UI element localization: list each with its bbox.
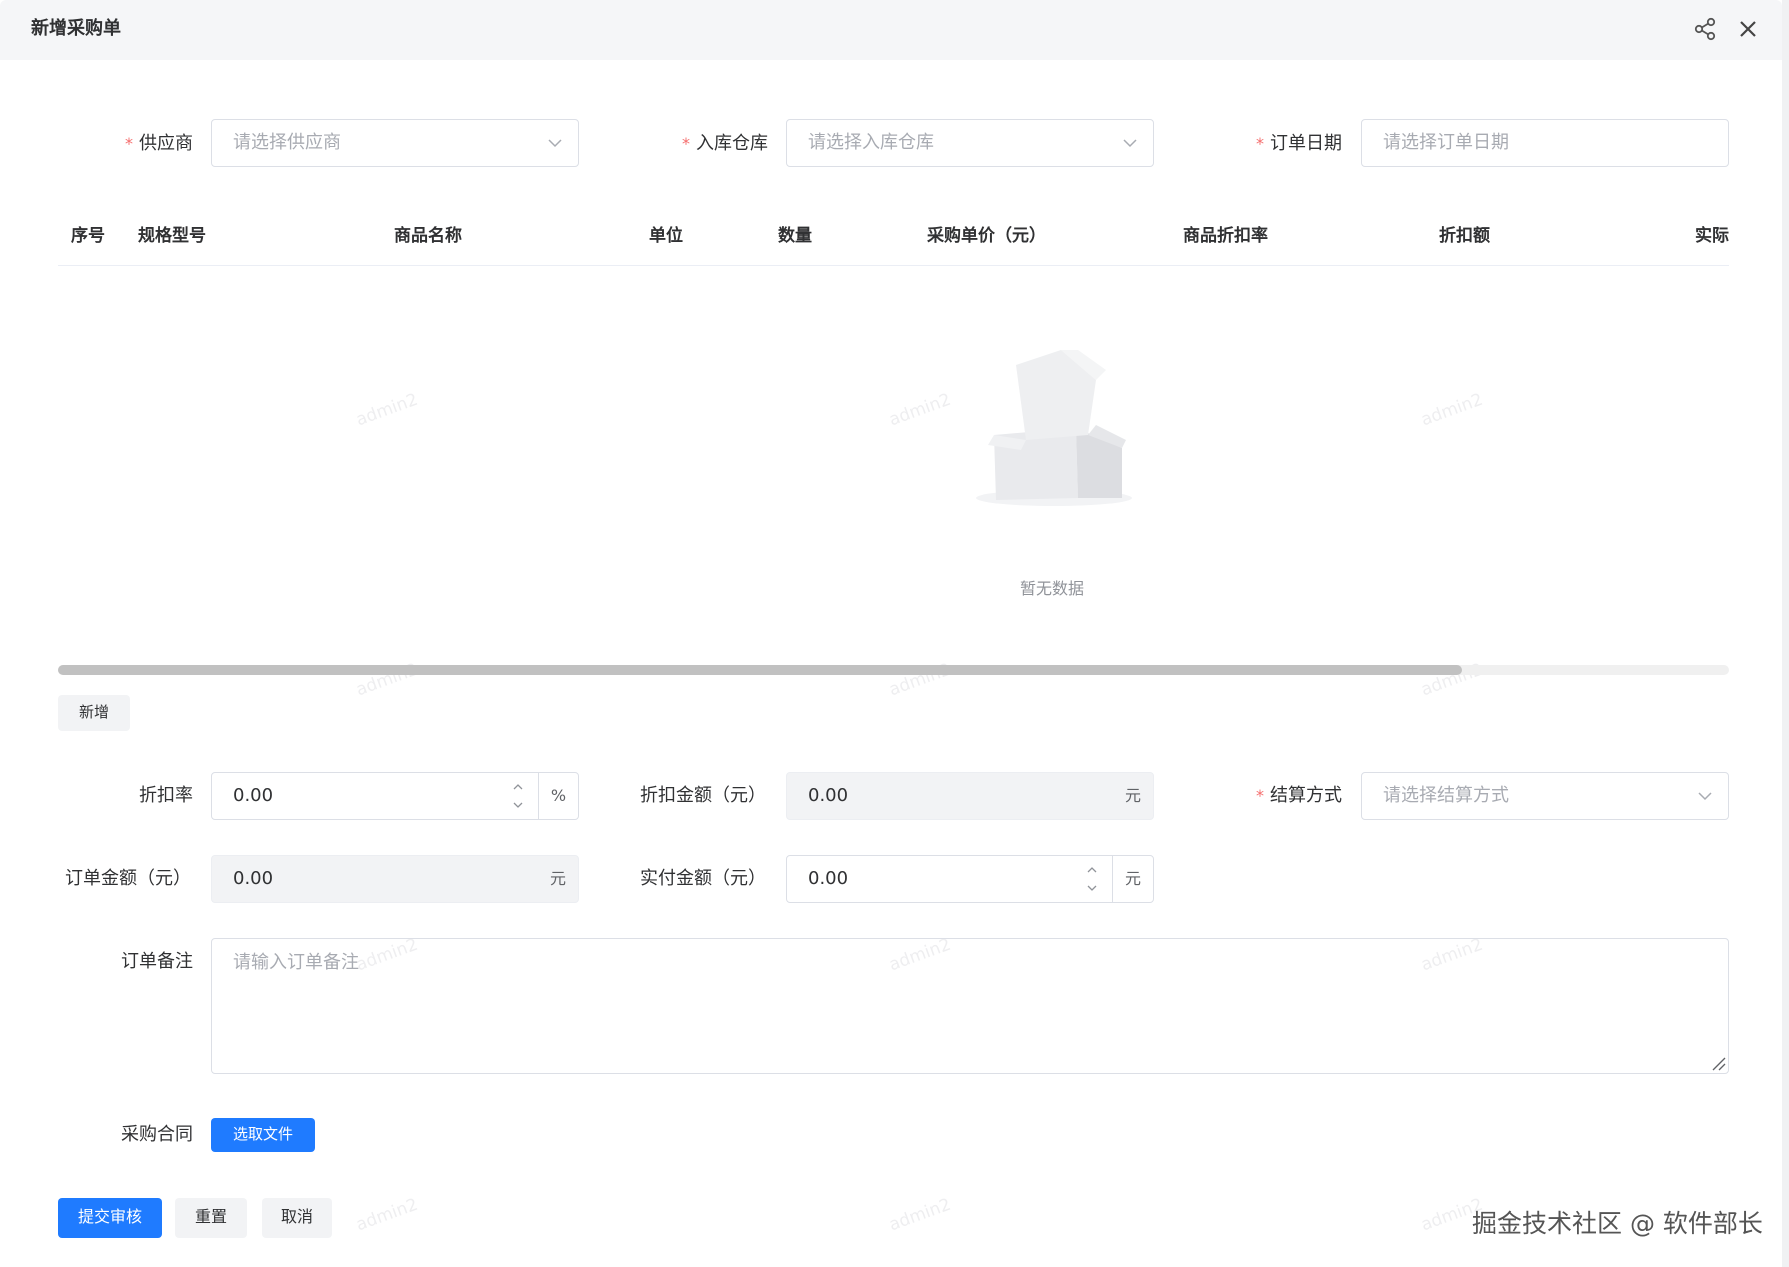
supplier-label-text: 供应商 xyxy=(139,133,193,154)
discount-rate-label: 折扣率 xyxy=(139,785,193,806)
paid-amount-label: 实付金额（元） xyxy=(640,868,766,889)
yuan-unit: 元 xyxy=(550,869,567,888)
supplier-placeholder: 请选择供应商 xyxy=(233,132,341,153)
source-credit: 掘金技术社区 @ 软件部长 xyxy=(1472,1209,1763,1238)
remark-placeholder: 请输入订单备注 xyxy=(233,952,359,973)
chevron-down-icon xyxy=(1695,786,1715,806)
col-unit-price: 采购单价（元） xyxy=(927,226,1046,246)
order-date-label-text: 订单日期 xyxy=(1270,133,1342,154)
watermark: admin2 xyxy=(353,1194,421,1236)
order-date-picker[interactable]: 请选择订单日期 xyxy=(1361,119,1729,167)
supplier-label: * 供应商 xyxy=(125,132,193,156)
submit-review-button[interactable]: 提交审核 xyxy=(58,1198,162,1238)
discount-rate-value: 0.00 xyxy=(233,785,274,806)
col-spec: 规格型号 xyxy=(138,226,206,246)
product-table-header: 序号 规格型号 商品名称 单位 数量 采购单价（元） 商品折扣率 折扣额 实际 xyxy=(58,206,1729,266)
warehouse-placeholder: 请选择入库仓库 xyxy=(808,132,934,153)
order-amount-value: 0.00 xyxy=(233,868,274,889)
col-actual: 实际 xyxy=(1695,226,1729,246)
yuan-unit: 元 xyxy=(1112,856,1153,902)
order-date-label: * 订单日期 xyxy=(1256,132,1342,156)
warehouse-select[interactable]: 请选择入库仓库 xyxy=(786,119,1154,167)
select-file-button[interactable]: 选取文件 xyxy=(211,1118,315,1152)
discount-amount-label: 折扣金额（元） xyxy=(640,785,766,806)
share-icon[interactable] xyxy=(1692,16,1718,42)
chevron-down-icon xyxy=(545,133,565,153)
order-amount-label: 订单金额（元） xyxy=(65,868,191,889)
paid-amount-input[interactable]: 0.00 元 xyxy=(786,855,1154,903)
resize-handle-icon[interactable] xyxy=(1710,1055,1726,1071)
contract-label: 采购合同 xyxy=(121,1124,193,1145)
purchase-order-dialog: 新增采购单 admin2 admin2 admin2 admin2 admin2… xyxy=(0,0,1789,1267)
watermark: admin2 xyxy=(886,389,954,431)
discount-rate-input[interactable]: 0.00 % xyxy=(211,772,579,820)
reset-button[interactable]: 重置 xyxy=(175,1198,247,1238)
chevron-down-icon xyxy=(1120,133,1140,153)
remark-label: 订单备注 xyxy=(121,951,193,972)
col-discount-amount: 折扣额 xyxy=(1439,226,1490,246)
watermark: admin2 xyxy=(1418,389,1486,431)
cancel-button[interactable]: 取消 xyxy=(262,1198,332,1238)
warehouse-label: * 入库仓库 xyxy=(682,132,768,156)
order-date-placeholder: 请选择订单日期 xyxy=(1383,132,1509,153)
dialog-edge xyxy=(1782,0,1789,1267)
table-horizontal-scrollbar[interactable] xyxy=(58,665,1729,675)
col-quantity: 数量 xyxy=(778,226,812,246)
empty-box-icon xyxy=(966,345,1136,510)
dialog-header: 新增采购单 xyxy=(0,0,1782,60)
scrollbar-thumb[interactable] xyxy=(58,665,1462,675)
paid-amount-value: 0.00 xyxy=(808,868,849,889)
settlement-select[interactable]: 请选择结算方式 xyxy=(1361,772,1729,820)
order-amount-input: 0.00 元 xyxy=(211,855,579,903)
settlement-label: * 结算方式 xyxy=(1256,784,1342,808)
dialog-title: 新增采购单 xyxy=(31,18,121,39)
watermark: admin2 xyxy=(886,1194,954,1236)
yuan-unit: 元 xyxy=(1125,786,1142,805)
col-index: 序号 xyxy=(71,226,105,246)
settlement-placeholder: 请选择结算方式 xyxy=(1383,785,1509,806)
required-mark: * xyxy=(125,134,133,153)
close-icon[interactable] xyxy=(1735,16,1761,42)
empty-text: 暂无数据 xyxy=(1019,579,1084,598)
col-unit: 单位 xyxy=(649,226,683,246)
col-product-name: 商品名称 xyxy=(394,226,462,246)
warehouse-label-text: 入库仓库 xyxy=(696,133,768,154)
required-mark: * xyxy=(682,134,690,153)
discount-amount-input: 0.00 元 xyxy=(786,772,1154,820)
col-discount-rate: 商品折扣率 xyxy=(1183,226,1268,246)
discount-amount-value: 0.00 xyxy=(808,785,849,806)
watermark: admin2 xyxy=(353,389,421,431)
add-row-button[interactable]: 新增 xyxy=(58,695,130,731)
required-mark: * xyxy=(1256,134,1264,153)
supplier-select[interactable]: 请选择供应商 xyxy=(211,119,579,167)
settlement-label-text: 结算方式 xyxy=(1270,785,1342,806)
required-mark: * xyxy=(1256,786,1264,805)
stepper-arrows-icon[interactable] xyxy=(1083,860,1101,898)
remark-textarea[interactable]: 请输入订单备注 xyxy=(211,938,1729,1074)
stepper-arrows-icon[interactable] xyxy=(509,777,527,815)
percent-unit: % xyxy=(538,773,578,819)
